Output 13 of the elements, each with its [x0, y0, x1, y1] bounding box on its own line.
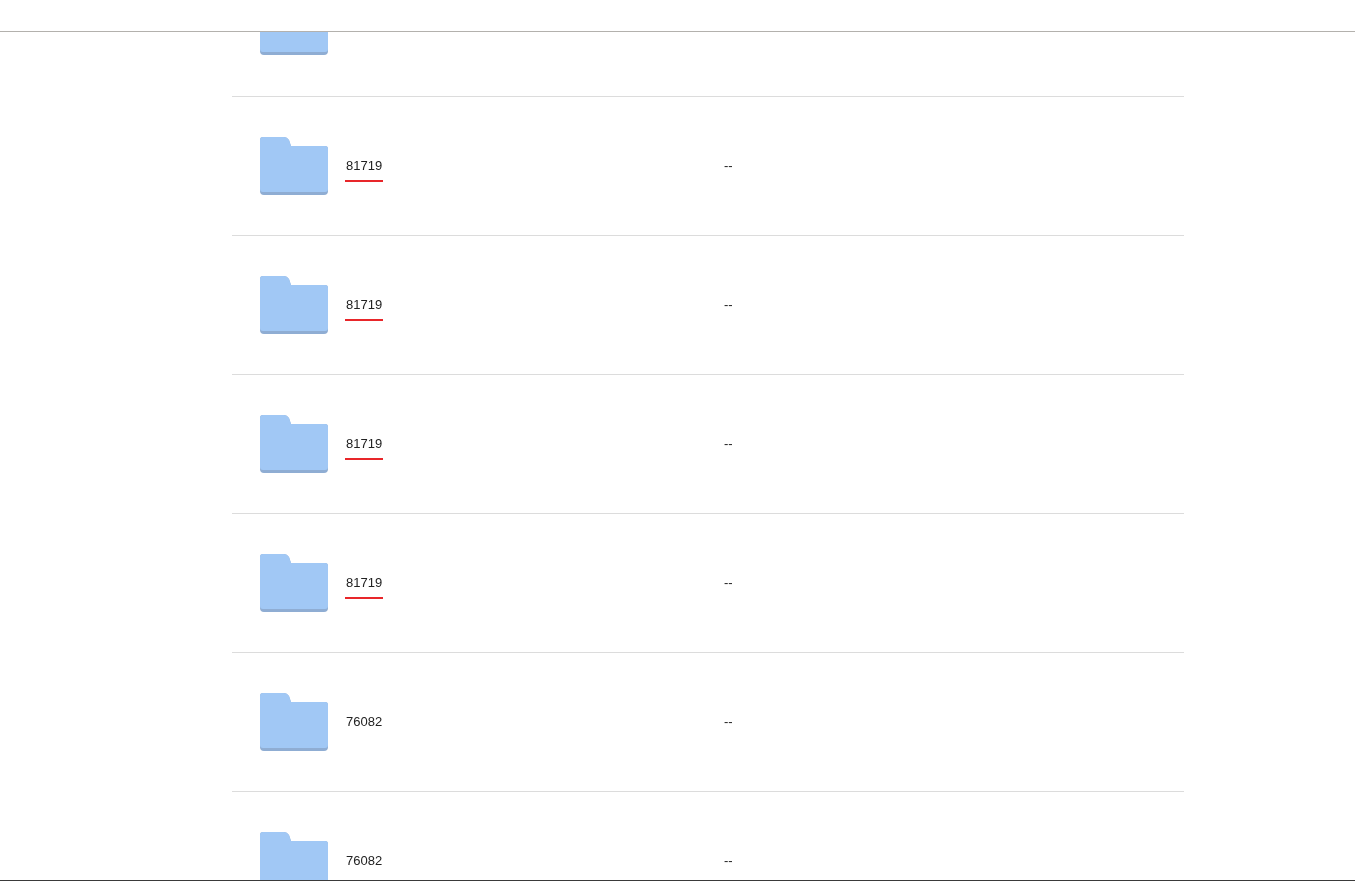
folder-name[interactable]: 81719 [346, 158, 383, 174]
folder-name[interactable]: 76082 [346, 853, 383, 869]
folder-icon[interactable] [260, 832, 328, 881]
modified-date: -- [724, 574, 733, 593]
folder-name[interactable]: 81719 [346, 436, 383, 452]
modified-date: -- [724, 852, 733, 871]
modified-date: -- [724, 157, 733, 176]
folder-name[interactable]: 76082 [346, 714, 383, 730]
folder-name[interactable]: 81719 [346, 575, 383, 591]
modified-date: -- [724, 296, 733, 315]
folder-name[interactable]: 81719 [346, 297, 383, 313]
modified-date: -- [724, 713, 733, 732]
modified-date: -- [724, 435, 733, 454]
